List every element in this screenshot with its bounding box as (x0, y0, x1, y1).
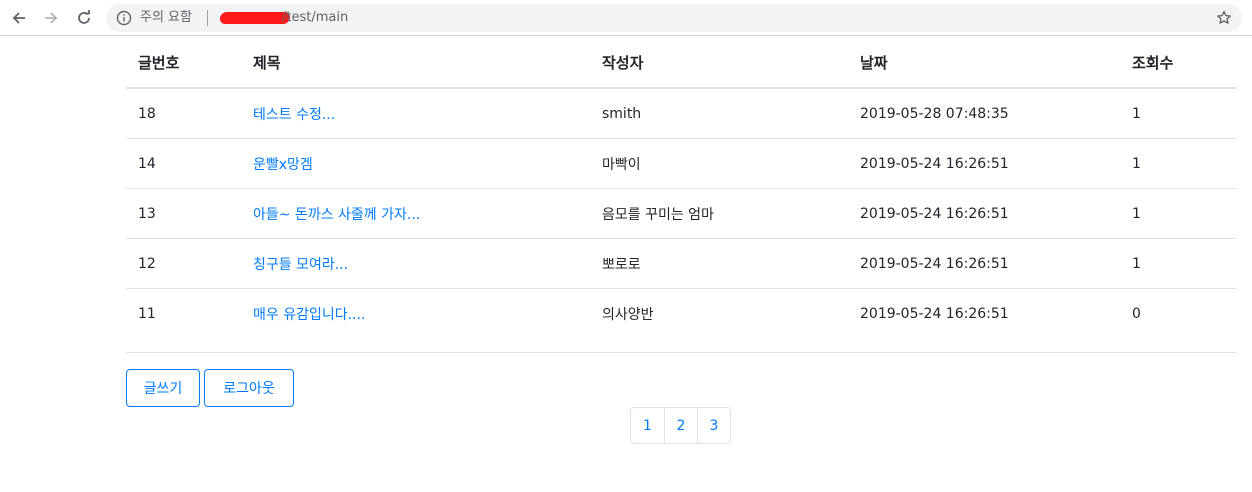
header-views: 조회수 (1120, 37, 1236, 89)
table-row: 14 운빨x망겜 마빡이 2019-05-24 16:26:51 1 (126, 138, 1236, 189)
header-title: 제목 (241, 37, 590, 89)
post-date: 2019-05-24 16:26:51 (848, 188, 1120, 239)
post-no: 12 (126, 238, 241, 289)
table-row: 11 매우 유감입니다.... 의사양반 2019-05-24 16:26:51… (126, 288, 1236, 338)
post-views: 1 (1120, 238, 1236, 289)
post-no: 18 (138, 105, 156, 122)
pagination: 1 2 3 (630, 407, 731, 444)
browser-toolbar: 주의 요함 /test/main (0, 0, 1252, 36)
table-row: 12 칭구들 모여라... 뽀로로 2019-05-24 16:26:51 1 (126, 238, 1236, 289)
post-writer: 의사양반 (590, 288, 848, 338)
forward-icon[interactable] (41, 8, 61, 28)
logout-button[interactable]: 로그아웃 (204, 369, 294, 407)
back-icon[interactable] (9, 8, 29, 28)
board-table: 글번호 제목 작성자 날짜 조회수 18 테스트 수정... smith 201… (126, 37, 1236, 338)
post-views: 1 (1132, 105, 1141, 122)
info-icon[interactable] (116, 10, 132, 26)
post-writer: 음모를 꾸미는 엄마 (590, 188, 848, 239)
post-no: 11 (126, 288, 241, 338)
page-link-1[interactable]: 1 (631, 408, 664, 443)
redacted-host (219, 12, 291, 24)
header-writer: 작성자 (590, 37, 848, 89)
address-bar[interactable]: 주의 요함 /test/main (106, 4, 1242, 32)
post-writer: 마빡이 (590, 138, 848, 189)
post-date: 2019-05-24 16:26:51 (848, 238, 1120, 289)
post-views: 0 (1120, 288, 1236, 338)
post-title-link[interactable]: 매우 유감입니다.... (253, 307, 365, 323)
page-link-3[interactable]: 3 (697, 408, 730, 443)
url-text[interactable]: /test/main (282, 9, 348, 27)
post-title-link[interactable]: 아들~ 돈까스 사줄께 가자... (253, 207, 420, 223)
post-no: 14 (126, 138, 241, 189)
reload-icon[interactable] (74, 8, 94, 28)
post-writer: smith (602, 105, 642, 122)
bookmark-star-icon[interactable] (1216, 10, 1232, 26)
table-row: 18 테스트 수정... smith 2019-05-28 07:48:35 1 (126, 88, 1236, 139)
write-button[interactable]: 글쓰기 (126, 369, 200, 407)
table-divider (126, 352, 1236, 353)
post-date: 2019-05-24 16:26:51 (848, 138, 1120, 189)
security-warning[interactable]: 주의 요함 (140, 9, 192, 27)
page-link-2[interactable]: 2 (664, 408, 697, 443)
header-date: 날짜 (848, 37, 1120, 89)
post-views: 1 (1120, 188, 1236, 239)
post-title-link[interactable]: 칭구들 모여라... (253, 257, 348, 273)
post-date: 2019-05-24 16:26:51 (848, 288, 1120, 338)
table-header-row: 글번호 제목 작성자 날짜 조회수 (126, 37, 1236, 89)
header-no: 글번호 (126, 37, 241, 89)
post-date: 2019-05-28 07:48:35 (860, 105, 1009, 122)
post-no: 13 (126, 188, 241, 239)
post-title-link[interactable]: 운빨x망겜 (253, 157, 313, 173)
post-writer: 뽀로로 (590, 238, 848, 289)
post-views: 1 (1120, 138, 1236, 189)
address-separator (207, 10, 208, 26)
post-title-link[interactable]: 테스트 수정... (253, 107, 335, 123)
table-row: 13 아들~ 돈까스 사줄께 가자... 음모를 꾸미는 엄마 2019-05-… (126, 188, 1236, 239)
